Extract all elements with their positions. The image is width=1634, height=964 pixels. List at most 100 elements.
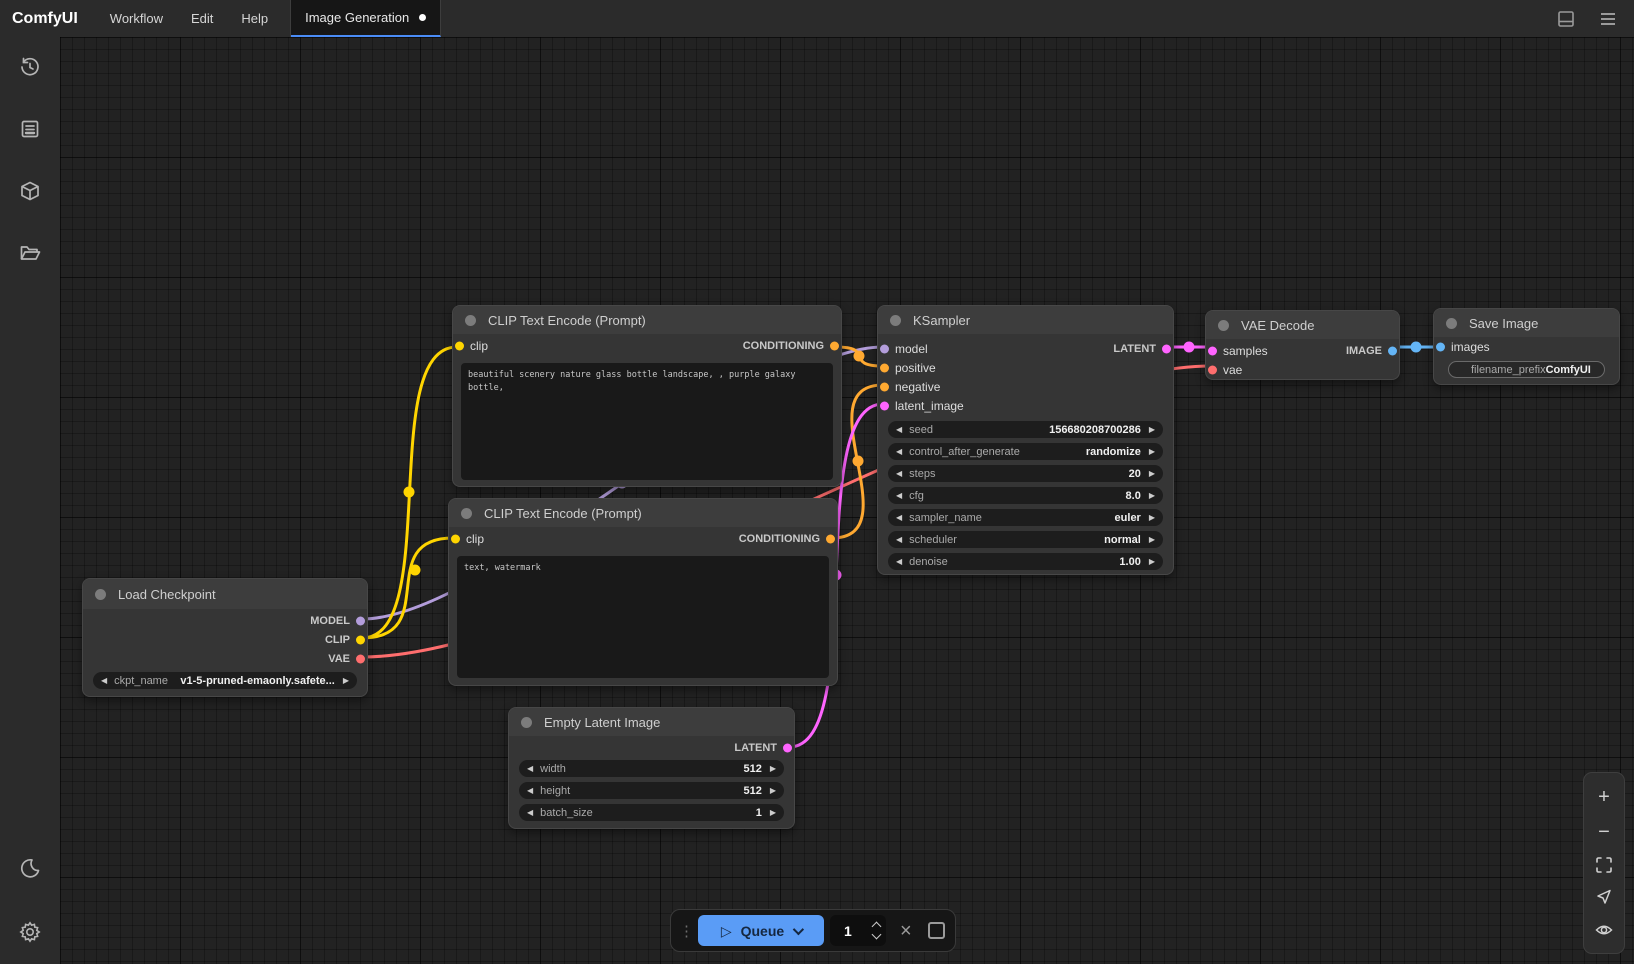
collapse-dot[interactable] [465,315,476,326]
decrement-icon[interactable]: ◀ [527,787,533,795]
toggle-link-visibility-icon[interactable] [1595,921,1613,939]
positive-port-dot[interactable] [880,363,889,372]
stop-button[interactable] [928,922,945,939]
decrement-icon[interactable]: ◀ [527,765,533,773]
increment-icon[interactable]: ▶ [1149,470,1155,478]
steps-widget[interactable]: ◀ steps 20 ▶ [888,465,1163,482]
image-port-dot[interactable] [1388,346,1397,355]
sampler-name-widget[interactable]: ◀ sampler_name euler ▶ [888,509,1163,526]
output-clip[interactable]: CLIP [83,630,367,649]
collapse-dot[interactable] [1446,318,1457,329]
images-port-dot[interactable] [1436,342,1445,351]
queue-button[interactable]: ▷ Queue [698,915,824,946]
increment-icon[interactable]: ▶ [770,765,776,773]
seed-widget[interactable]: ◀ seed 156680208700286 ▶ [888,421,1163,438]
node-ksampler[interactable]: KSampler model LATENT positive negative … [877,305,1174,575]
latent-port-dot[interactable] [1162,344,1171,353]
negative-port-dot[interactable] [880,382,889,391]
width-widget[interactable]: ◀ width 512 ▶ [519,760,784,777]
decrement-icon[interactable]: ◀ [896,536,902,544]
bottom-panel-icon[interactable] [1556,9,1576,29]
menu-workflow[interactable]: Workflow [96,0,177,37]
conditioning-port-dot[interactable] [830,342,839,351]
zoom-in-icon[interactable]: + [1598,787,1610,807]
collapse-dot[interactable] [95,589,106,600]
decrement-icon[interactable]: ◀ [896,470,902,478]
node-load-checkpoint[interactable]: Load Checkpoint MODEL CLIP VAE ◀ ckpt_na… [82,578,368,697]
queue-list-icon[interactable] [18,117,42,141]
menu-help[interactable]: Help [227,0,282,37]
increment-icon[interactable]: ▶ [1149,558,1155,566]
filename-prefix-widget[interactable]: filename_prefix ComfyUI [1448,361,1605,378]
increment-icon[interactable]: ▶ [1149,492,1155,500]
increment-icon[interactable]: ▶ [343,677,349,685]
model-port-dot[interactable] [880,344,889,353]
input-images[interactable]: images [1434,337,1619,356]
collapse-dot[interactable] [1218,320,1229,331]
control-after-generate-widget[interactable]: ◀ control_after_generate randomize ▶ [888,443,1163,460]
pan-cursor-icon[interactable] [1595,888,1613,906]
drag-handle-icon[interactable]: ⋮ [677,922,698,940]
output-vae[interactable]: VAE [83,649,367,668]
ckpt-name-widget[interactable]: ◀ ckpt_name v1-5-pruned-emaonly.safete..… [93,672,357,689]
output-model[interactable]: MODEL [83,611,367,630]
latent-port-dot[interactable] [783,744,792,753]
clear-queue-button[interactable]: × [900,921,912,941]
decrement-icon[interactable]: ◀ [101,677,107,685]
denoise-widget[interactable]: ◀ denoise 1.00 ▶ [888,553,1163,570]
decrement-icon[interactable]: ◀ [527,809,533,817]
theme-moon-icon[interactable] [18,856,42,880]
clip-port-dot[interactable] [356,635,365,644]
menu-edit[interactable]: Edit [177,0,227,37]
decrement-icon[interactable]: ◀ [896,448,902,456]
fit-view-icon[interactable] [1595,856,1613,874]
workflow-tab[interactable]: Image Generation [291,0,441,37]
node-vae-decode[interactable]: VAE Decode samples IMAGE vae [1205,310,1400,380]
history-icon[interactable] [18,55,42,79]
batch-count-input[interactable]: 1 [830,915,886,946]
decrement-icon[interactable]: ◀ [896,558,902,566]
collapse-dot[interactable] [461,508,472,519]
model-port-dot[interactable] [356,616,365,625]
increment-icon[interactable]: ▶ [1149,514,1155,522]
increment-icon[interactable]: ▶ [770,787,776,795]
zoom-out-icon[interactable]: − [1598,822,1610,842]
increment-icon[interactable]: ▶ [1149,448,1155,456]
vae-port-dot[interactable] [1208,365,1217,374]
clip-port-dot[interactable] [455,342,464,351]
increment-icon[interactable]: ▶ [770,809,776,817]
batch-size-widget[interactable]: ◀ batch_size 1 ▶ [519,804,784,821]
collapse-dot[interactable] [521,717,532,728]
positive-prompt-textarea[interactable]: beautiful scenery nature glass bottle la… [461,363,833,480]
increment-icon[interactable]: ▶ [1149,426,1155,434]
conditioning-port-dot[interactable] [826,535,835,544]
node-graph-canvas[interactable] [60,37,1634,964]
input-latent-image[interactable]: latent_image [878,396,1173,415]
node-clip-text-encode-positive[interactable]: CLIP Text Encode (Prompt) clip CONDITION… [452,305,842,487]
decrement-icon[interactable]: ◀ [896,492,902,500]
workflows-folder-icon[interactable] [18,241,42,265]
node-save-image[interactable]: Save Image images filename_prefix ComfyU… [1433,308,1620,385]
samples-port-dot[interactable] [1208,346,1217,355]
node-library-icon[interactable] [18,179,42,203]
increment-icon[interactable]: ▶ [1149,536,1155,544]
settings-gear-icon[interactable] [18,920,42,944]
input-positive[interactable]: positive [878,358,1173,377]
clip-port-dot[interactable] [451,535,460,544]
decrement-icon[interactable]: ◀ [896,426,902,434]
node-empty-latent-image[interactable]: Empty Latent Image LATENT ◀ width 512 ▶ … [508,707,795,829]
latent-image-port-dot[interactable] [880,401,889,410]
output-latent[interactable]: LATENT [509,736,794,760]
height-widget[interactable]: ◀ height 512 ▶ [519,782,784,799]
cfg-widget[interactable]: ◀ cfg 8.0 ▶ [888,487,1163,504]
node-clip-text-encode-negative[interactable]: CLIP Text Encode (Prompt) clip CONDITION… [448,498,838,686]
queue-options-chevron-icon[interactable] [793,923,804,934]
vae-port-dot[interactable] [356,654,365,663]
input-negative[interactable]: negative [878,377,1173,396]
scheduler-widget[interactable]: ◀ scheduler normal ▶ [888,531,1163,548]
collapse-dot[interactable] [890,315,901,326]
input-vae[interactable]: vae [1206,360,1399,379]
decrement-icon[interactable]: ◀ [896,514,902,522]
menu-icon[interactable] [1598,9,1618,29]
batch-count-stepper[interactable] [873,923,880,938]
